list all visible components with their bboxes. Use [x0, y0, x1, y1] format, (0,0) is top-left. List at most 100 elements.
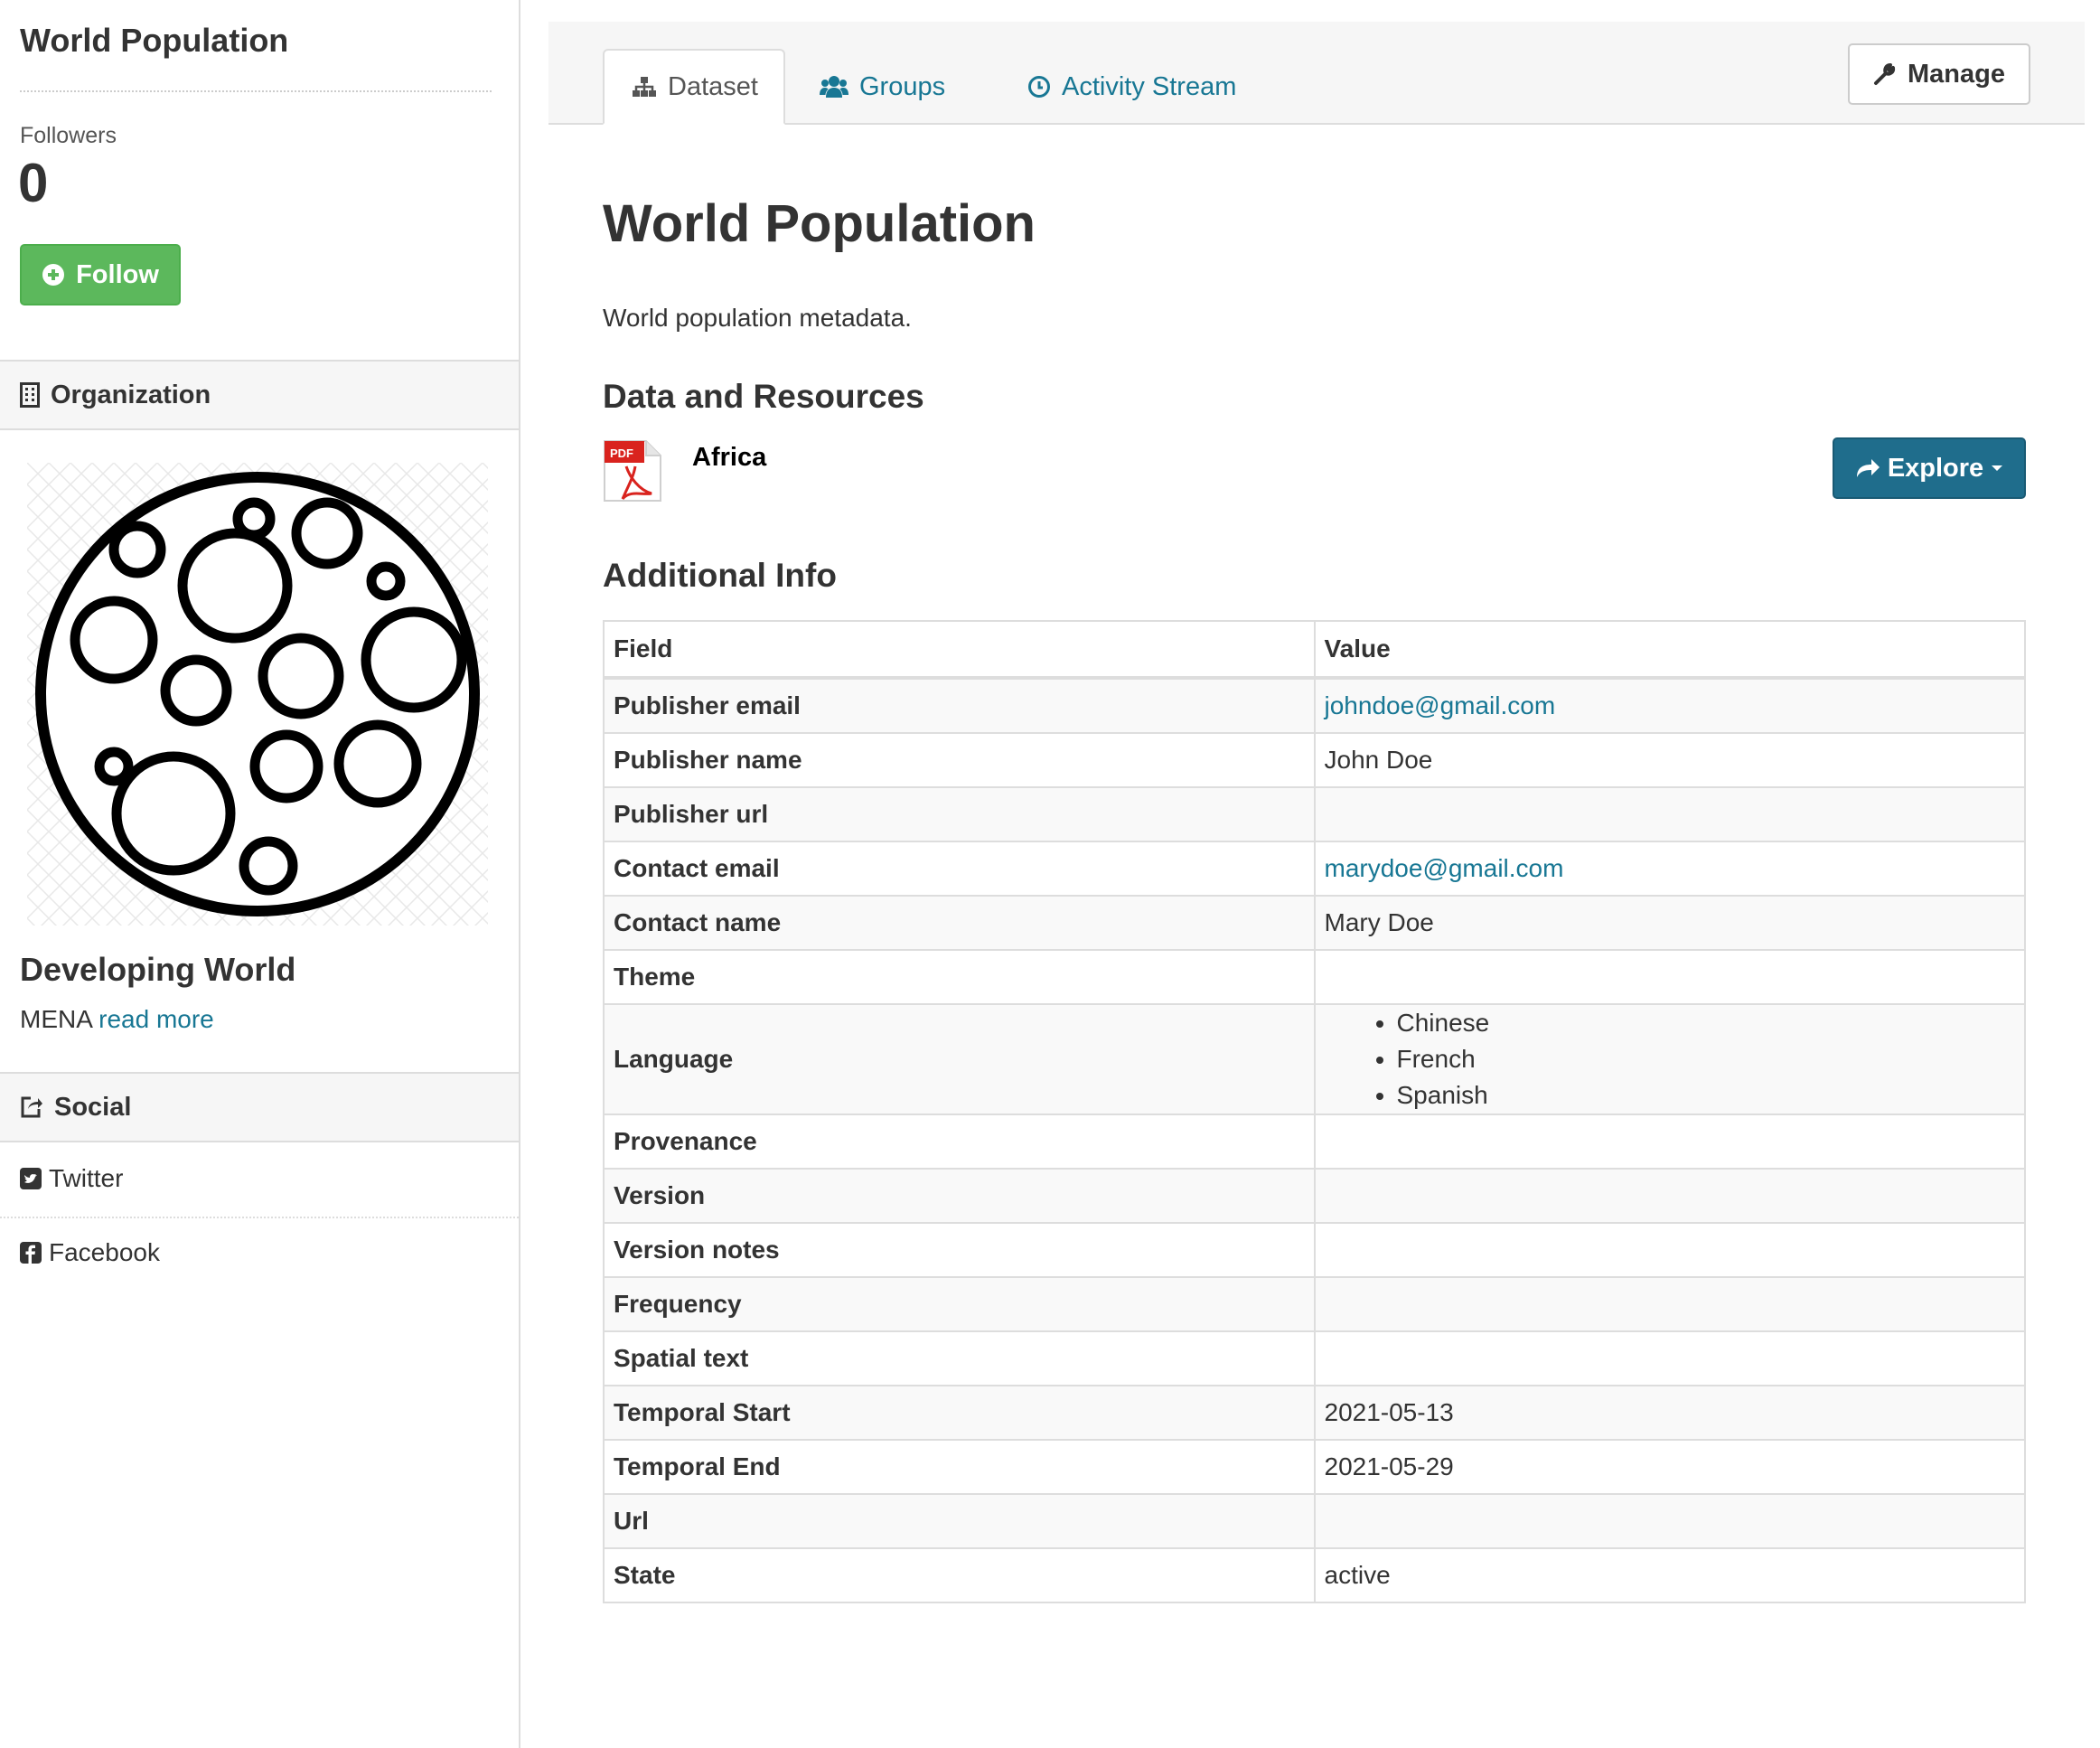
caret-down-icon	[1991, 464, 2003, 473]
resource-name-link[interactable]: Africa	[692, 443, 766, 473]
value-cell: Chinese French Spanish	[1313, 1003, 2026, 1115]
read-more-link[interactable]: read more	[98, 1005, 214, 1033]
value-cell	[1313, 1222, 2026, 1278]
page-description: World population metadata.	[603, 304, 912, 332]
additional-info-table: Field Value Publisher email johndoe@gmai…	[603, 620, 2026, 1603]
table-row: Theme	[603, 949, 2026, 1005]
facebook-label: Facebook	[49, 1238, 160, 1266]
manage-label: Manage	[1908, 59, 2005, 89]
table-row: Publisher name John Doe	[603, 732, 2026, 788]
tab-activity-stream[interactable]: Activity Stream	[1000, 49, 1263, 125]
value-cell: marydoe@gmail.com	[1313, 841, 2026, 897]
field-cell: Version	[603, 1168, 1316, 1224]
divider	[0, 1217, 519, 1218]
contact-email-link[interactable]: marydoe@gmail.com	[1325, 854, 1564, 882]
table-row: State active	[603, 1547, 2026, 1603]
explore-label: Explore	[1887, 453, 1984, 483]
field-cell: Frequency	[603, 1276, 1316, 1332]
field-cell: Version notes	[603, 1222, 1316, 1278]
sidebar: World Population Followers 0 Follow Orga…	[0, 0, 520, 1748]
table-row: Frequency	[603, 1276, 2026, 1332]
column-header-value: Value	[1313, 620, 2026, 680]
value-cell	[1313, 786, 2026, 842]
value-cell: Mary Doe	[1313, 895, 2026, 951]
table-row: Temporal Start 2021-05-13	[603, 1385, 2026, 1441]
field-cell: State	[603, 1547, 1316, 1603]
value-cell	[1313, 1276, 2026, 1332]
manage-button[interactable]: Manage	[1848, 43, 2030, 105]
pdf-icon: PDF	[603, 439, 662, 503]
value-cell	[1313, 1493, 2026, 1549]
follow-label: Follow	[76, 259, 159, 289]
tab-groups-label: Groups	[859, 71, 946, 101]
field-cell: Url	[603, 1493, 1316, 1549]
facebook-icon	[20, 1242, 42, 1264]
plus-circle-icon	[42, 263, 65, 287]
value-cell	[1313, 1114, 2026, 1170]
page-title: World Population	[603, 194, 1036, 253]
field-cell: Contact name	[603, 895, 1316, 951]
list-item: French	[1397, 1041, 2016, 1077]
table-header-row: Field Value	[603, 620, 2026, 680]
additional-info-heading: Additional Info	[603, 557, 837, 594]
table-row: Version notes	[603, 1222, 2026, 1278]
twitter-label: Twitter	[49, 1164, 124, 1192]
tab-dataset-label: Dataset	[668, 71, 758, 101]
field-cell: Spatial text	[603, 1330, 1316, 1386]
value-cell	[1313, 1168, 2026, 1224]
organization-heading-label: Organization	[51, 380, 211, 409]
field-cell: Theme	[603, 949, 1316, 1005]
field-cell: Provenance	[603, 1114, 1316, 1170]
value-cell	[1313, 1330, 2026, 1386]
value-cell: 2021-05-29	[1313, 1439, 2026, 1495]
twitter-icon	[20, 1168, 42, 1189]
column-header-field: Field	[603, 620, 1316, 680]
table-row: Spatial text	[603, 1330, 2026, 1386]
wrench-icon	[1873, 62, 1897, 86]
value-cell: active	[1313, 1547, 2026, 1603]
table-row: Version	[603, 1168, 2026, 1224]
social-heading: Social	[0, 1072, 519, 1142]
table-row: Temporal End 2021-05-29	[603, 1439, 2026, 1495]
social-heading-label: Social	[54, 1092, 132, 1122]
organization-description: MENA read more	[20, 1005, 214, 1034]
tab-activity-stream-label: Activity Stream	[1062, 71, 1237, 101]
table-row: Contact email marydoe@gmail.com	[603, 841, 2026, 897]
clock-icon	[1027, 75, 1051, 99]
value-cell	[1313, 949, 2026, 1005]
svg-text:PDF: PDF	[610, 446, 633, 460]
field-cell: Publisher url	[603, 786, 1316, 842]
followers-label: Followers	[20, 123, 117, 148]
list-item: Spanish	[1397, 1077, 2016, 1114]
table-row: Contact name Mary Doe	[603, 895, 2026, 951]
field-cell: Temporal Start	[603, 1385, 1316, 1441]
field-cell: Temporal End	[603, 1439, 1316, 1495]
value-cell: johndoe@gmail.com	[1313, 677, 2026, 734]
share-icon	[20, 1095, 43, 1119]
follow-button[interactable]: Follow	[20, 244, 181, 305]
building-icon	[20, 382, 40, 408]
organization-logo[interactable]	[27, 463, 488, 926]
tab-dataset[interactable]: Dataset	[603, 49, 785, 125]
tab-groups[interactable]: Groups	[792, 49, 972, 125]
table-row: Publisher email johndoe@gmail.com	[603, 677, 2026, 734]
divider	[20, 90, 492, 92]
field-cell: Contact email	[603, 841, 1316, 897]
value-cell: John Doe	[1313, 732, 2026, 788]
table-row: Language Chinese French Spanish	[603, 1003, 2026, 1115]
explore-button[interactable]: Explore	[1833, 437, 2026, 499]
table-row: Provenance	[603, 1114, 2026, 1170]
facebook-link[interactable]: Facebook	[20, 1238, 160, 1267]
field-cell: Publisher email	[603, 677, 1316, 734]
value-cell: 2021-05-13	[1313, 1385, 2026, 1441]
twitter-link[interactable]: Twitter	[20, 1164, 123, 1193]
sitemap-icon	[632, 76, 657, 98]
share-arrow-icon	[1855, 457, 1880, 479]
organization-name: Developing World	[20, 951, 296, 988]
table-row: Url	[603, 1493, 2026, 1549]
resources-heading: Data and Resources	[603, 378, 924, 415]
organization-desc-text: MENA	[20, 1005, 92, 1033]
publisher-email-link[interactable]: johndoe@gmail.com	[1325, 691, 1556, 719]
followers-count: 0	[18, 153, 49, 213]
sidebar-title: World Population	[20, 22, 289, 59]
